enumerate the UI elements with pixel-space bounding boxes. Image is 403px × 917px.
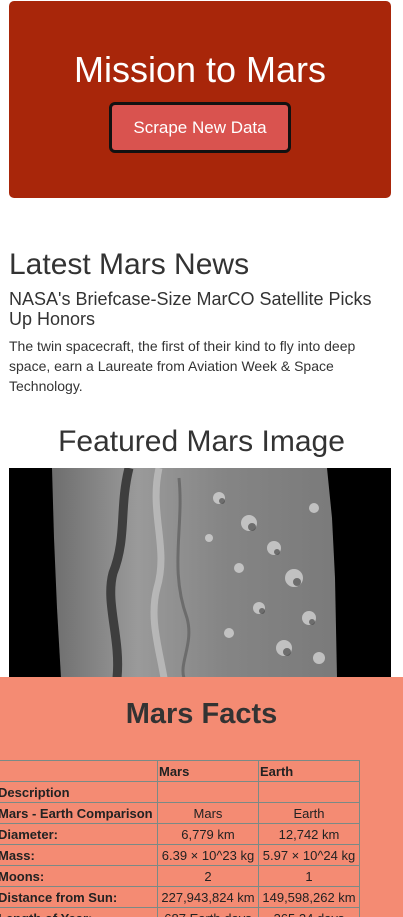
row-label: Description: [0, 781, 158, 803]
mars-value: 2: [157, 865, 259, 887]
row-label: Distance from Sun:: [0, 886, 158, 908]
scrape-new-data-button[interactable]: Scrape New Data: [109, 102, 291, 153]
table-row: Mars - Earth Comparison Mars Earth: [0, 802, 360, 824]
page-title: Mission to Mars: [73, 49, 327, 90]
row-label: Length of Year:: [0, 907, 158, 917]
mars-value: Mars: [157, 802, 259, 824]
row-label: Moons:: [0, 865, 158, 887]
mars-facts-table: Mars Earth Description Mars - Earth Comp…: [0, 760, 360, 917]
news-teaser: The twin spacecraft, the first of their …: [9, 338, 356, 394]
featured-image-title: Featured Mars Image: [58, 425, 345, 458]
mars-value: 6,779 km: [157, 823, 259, 845]
featured-mars-image: [9, 468, 391, 678]
table-row: Moons: 2 1: [0, 865, 360, 887]
mars-facts-section: Mars Facts Mars Earth Description Mars -…: [0, 677, 403, 917]
table-row: Description: [0, 781, 360, 803]
earth-value: 12,742 km: [258, 823, 360, 845]
earth-value: 149,598,262 km: [258, 886, 360, 908]
table-row: Length of Year: 687 Earth days 365.24 da…: [0, 907, 360, 917]
table-row: Mass: 6.39 × 10^23 kg 5.97 × 10^24 kg: [0, 844, 360, 866]
mars-value: 687 Earth days: [157, 907, 259, 917]
row-label: Diameter:: [0, 823, 158, 845]
facts-title: Mars Facts: [125, 698, 278, 730]
earth-value: 1: [258, 865, 360, 887]
earth-value: [258, 781, 360, 803]
news-section-title: Latest Mars News: [9, 248, 250, 281]
earth-value: 365.24 days: [258, 907, 360, 917]
header-jumbotron: Mission to Mars Scrape New Data: [9, 1, 391, 198]
row-label: Mars - Earth Comparison: [0, 802, 158, 824]
mars-value: 227,943,824 km: [157, 886, 259, 908]
table-row: Diameter: 6,779 km 12,742 km: [0, 823, 360, 845]
table-header: Earth: [258, 760, 360, 782]
table-row: Distance from Sun: 227,943,824 km 149,59…: [0, 886, 360, 908]
mars-value: 6.39 × 10^23 kg: [157, 844, 259, 866]
table-header-row: Mars Earth: [0, 760, 360, 782]
row-label: Mass:: [0, 844, 158, 866]
mars-value: [157, 781, 259, 803]
earth-value: 5.97 × 10^24 kg: [258, 844, 360, 866]
table-header: Mars: [157, 760, 259, 782]
table-header: [0, 760, 158, 782]
news-headline: NASA's Briefcase-Size MarCO Satellite Pi…: [9, 289, 372, 329]
earth-value: Earth: [258, 802, 360, 824]
